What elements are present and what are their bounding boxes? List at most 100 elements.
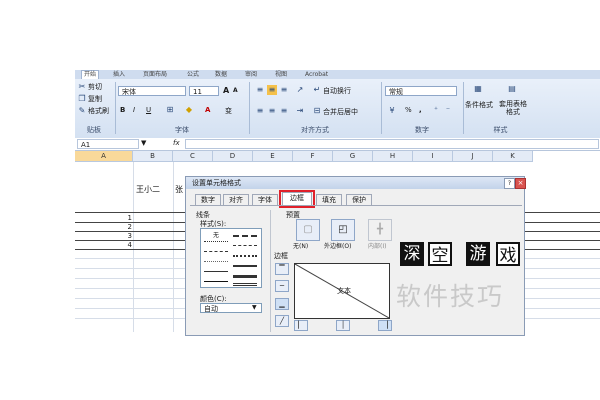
line-style-option[interactable] [233, 255, 257, 258]
column-header-e[interactable]: E [253, 151, 293, 162]
column-header-g[interactable]: G [333, 151, 373, 162]
underline-button[interactable]: U [146, 106, 151, 114]
fill-color-icon[interactable]: ◆ [184, 105, 194, 115]
alignment-group-label: 对齐方式 [301, 126, 329, 134]
column-header-i[interactable]: I [413, 151, 453, 162]
table-format-button[interactable]: 套用表格格式 [496, 100, 530, 116]
line-style-option[interactable] [204, 241, 228, 243]
column-header-h[interactable]: H [373, 151, 413, 162]
line-style-none[interactable]: 无 [213, 230, 219, 239]
tab-acrobat[interactable]: Acrobat [305, 71, 328, 79]
align-middle-icon[interactable]: ≡ [267, 85, 277, 95]
cell-b1[interactable]: 王小二 [136, 184, 160, 195]
currency-icon[interactable]: ¥ [387, 106, 397, 116]
line-style-option[interactable] [204, 251, 228, 253]
tab-data[interactable]: 数据 [215, 71, 227, 79]
insert-function-button[interactable]: fx [173, 139, 180, 147]
font-size-select[interactable]: 11 [189, 86, 219, 96]
conditional-format-button[interactable]: 条件格式 [461, 100, 497, 110]
cell-c1[interactable]: 张 [175, 184, 183, 195]
border-diagonal-up-icon[interactable]: ╱ [275, 315, 289, 327]
preset-outline-button[interactable]: ◰ [331, 219, 355, 241]
border-middle-icon[interactable]: ─ [275, 280, 289, 292]
indent-icon[interactable]: ⇥ [295, 106, 305, 116]
tab-font[interactable]: 字体 [252, 194, 278, 205]
border-preview[interactable]: 文本 [294, 263, 390, 319]
preset-none-button[interactable]: ▢ [296, 219, 320, 241]
tab-view[interactable]: 视图 [275, 71, 287, 79]
column-header-b[interactable]: B [133, 151, 173, 162]
phonetic-button[interactable]: 变 [225, 106, 232, 116]
tab-home[interactable]: 开始 [81, 70, 100, 79]
border-top-icon[interactable]: ▔ [275, 263, 289, 275]
column-header-d[interactable]: D [213, 151, 253, 162]
increase-decimal-icon[interactable]: ⁺ [431, 105, 441, 115]
merge-center-button[interactable]: 合并后居中 [323, 107, 358, 117]
font-name-select[interactable]: 宋体 [118, 86, 186, 96]
column-header-a[interactable]: A [75, 151, 133, 162]
bold-button[interactable]: B [120, 106, 125, 114]
grid-line [173, 162, 174, 332]
column-header-c[interactable]: C [173, 151, 213, 162]
tab-insert[interactable]: 插入 [113, 71, 125, 79]
wrap-text-button[interactable]: 自动换行 [323, 86, 351, 96]
preset-inside-label: 内部(I) [368, 243, 387, 250]
decrease-decimal-icon[interactable]: ⁻ [443, 105, 453, 115]
line-style-option[interactable] [204, 281, 228, 282]
align-top-icon[interactable]: ≡ [255, 85, 265, 95]
border-right-icon[interactable]: ▕ [378, 320, 392, 331]
line-style-option[interactable] [233, 283, 257, 286]
border-bottom-icon[interactable]: ▁ [275, 298, 289, 310]
cell-a2[interactable]: 1 [118, 214, 132, 222]
line-style-option[interactable] [204, 261, 228, 263]
line-style-option[interactable] [233, 265, 257, 267]
tab-protection[interactable]: 保护 [346, 194, 372, 205]
formula-bar: A1 ▼ fx [75, 138, 600, 151]
tab-number[interactable]: 数字 [195, 194, 221, 205]
column-header-k[interactable]: K [493, 151, 533, 162]
tab-page-layout[interactable]: 页面布局 [143, 71, 167, 79]
shrink-font-button[interactable]: A [233, 87, 238, 94]
line-style-option[interactable] [204, 271, 228, 272]
help-icon[interactable]: ? [504, 178, 515, 189]
align-right-icon[interactable]: ≡ [279, 106, 289, 116]
percent-button[interactable]: % [405, 106, 412, 114]
copy-button[interactable]: 复制 [88, 94, 102, 104]
tab-formulas[interactable]: 公式 [187, 71, 199, 79]
font-color-button[interactable]: A [205, 106, 210, 114]
border-left-icon[interactable]: ▏ [294, 320, 308, 331]
name-box[interactable]: A1 [77, 139, 139, 149]
tab-review[interactable]: 审阅 [245, 71, 257, 79]
column-header-f[interactable]: F [293, 151, 333, 162]
format-painter-button[interactable]: 格式刷 [88, 106, 109, 116]
chevron-down-icon[interactable]: ▼ [252, 304, 257, 311]
tab-alignment[interactable]: 对齐 [223, 194, 249, 205]
column-header-j[interactable]: J [453, 151, 493, 162]
cut-button[interactable]: 剪切 [88, 82, 102, 92]
name-box-dropdown-icon[interactable]: ▼ [141, 139, 146, 147]
grow-font-button[interactable]: A [223, 86, 229, 95]
section-divider [270, 210, 271, 332]
align-bottom-icon[interactable]: ≡ [279, 85, 289, 95]
tab-fill[interactable]: 填充 [316, 194, 342, 205]
orientation-icon[interactable]: ↗ [295, 85, 305, 95]
line-style-list[interactable]: 无 [200, 228, 262, 288]
close-icon[interactable]: × [515, 178, 526, 189]
formula-input[interactable] [185, 139, 599, 149]
line-style-option[interactable] [233, 245, 257, 247]
line-style-option[interactable] [233, 235, 257, 238]
ribbon: ✂ 剪切 ❐ 复制 ✎ 格式刷 贴板 宋体 11 A A B I U ⊞ ◆ A… [75, 79, 600, 139]
comma-button[interactable]: , [419, 106, 422, 114]
number-format-select[interactable]: 常规 [385, 86, 457, 96]
align-left-icon[interactable]: ≡ [255, 106, 265, 116]
cell-a5[interactable]: 4 [118, 241, 132, 249]
line-style-option[interactable] [233, 275, 257, 278]
border-center-icon[interactable]: │ [336, 320, 350, 331]
border-icon[interactable]: ⊞ [165, 105, 175, 115]
watermark-char-3: 游 [466, 242, 490, 266]
italic-button[interactable]: I [133, 106, 135, 114]
cell-a4[interactable]: 3 [118, 232, 132, 240]
align-center-icon[interactable]: ≡ [267, 106, 277, 116]
cell-a3[interactable]: 2 [118, 223, 132, 231]
preset-inside-button[interactable]: ╋ [368, 219, 392, 241]
